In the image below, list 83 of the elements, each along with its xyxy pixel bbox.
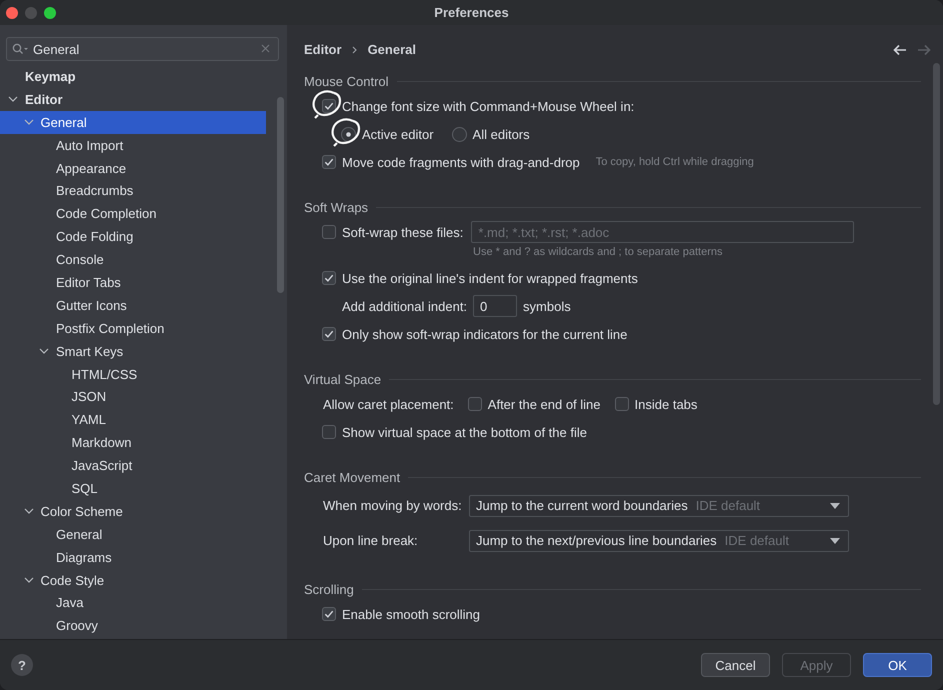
section-title: Soft Wraps xyxy=(304,200,368,214)
tree-item[interactable]: Color Scheme xyxy=(0,500,266,523)
tree-item[interactable]: Auto Import xyxy=(0,134,266,157)
radio-label[interactable]: All editors xyxy=(472,126,530,142)
tree-item[interactable]: General xyxy=(0,110,266,134)
help-button[interactable]: ? xyxy=(11,654,33,676)
checked-checkbox[interactable] xyxy=(322,155,336,169)
checked-checkbox[interactable] xyxy=(322,607,336,621)
checkbox-label[interactable]: Change font size with Command+Mouse Wheel in: xyxy=(342,98,634,114)
selected-radio-button[interactable] xyxy=(341,126,356,142)
checkbox[interactable] xyxy=(468,397,482,411)
chevron-down-icon[interactable] xyxy=(24,118,34,127)
tree-item[interactable]: Breadcrumbs xyxy=(0,179,266,202)
number-field[interactable]: 0 xyxy=(473,295,518,317)
hint-text: To copy, hold Ctrl while dragging xyxy=(596,156,754,168)
checkbox[interactable] xyxy=(614,397,629,411)
tree-item[interactable]: Markdown xyxy=(0,431,266,454)
chevron-down-icon[interactable] xyxy=(39,346,49,356)
dialog-button[interactable]: Cancel xyxy=(701,653,770,677)
chevron-icon xyxy=(352,46,358,54)
close-button[interactable] xyxy=(6,6,18,18)
back-arrow-icon[interactable] xyxy=(893,44,907,56)
tree-item[interactable]: YAML xyxy=(0,408,266,432)
checkbox-label[interactable]: Move code fragments with drag-and-drop xyxy=(342,154,580,170)
tree-item[interactable]: Code Style xyxy=(0,568,266,592)
tree-item[interactable]: JSON xyxy=(0,385,266,408)
radio-button[interactable] xyxy=(452,126,467,142)
tree-item[interactable]: Code Folding xyxy=(0,225,266,248)
tree-item[interactable]: JavaScript xyxy=(0,454,266,478)
breadcrumb-item[interactable]: General xyxy=(368,42,416,57)
checkbox-label[interactable]: Soft-wrap these files: xyxy=(342,224,464,240)
search-field[interactable]: General xyxy=(6,37,279,61)
field-label: Upon line break: xyxy=(323,533,419,548)
section-title: Virtual Space xyxy=(304,372,382,386)
checkbox-label[interactable]: Inside tabs xyxy=(634,396,698,412)
section-title: Scrolling xyxy=(304,582,354,596)
checkbox-label[interactable]: Enable smooth scrolling xyxy=(342,606,480,622)
dropdown-arrow-icon xyxy=(830,502,840,508)
scrollbar[interactable] xyxy=(277,97,284,293)
field-label: Add additional indent: xyxy=(342,298,468,314)
tree-item[interactable]: Smart Keys xyxy=(0,340,266,363)
dropdown[interactable]: Jump to the next/previous line boundaries IDE default xyxy=(469,530,849,552)
tree-item[interactable]: Groovy xyxy=(0,614,266,638)
section-title: Mouse Control xyxy=(304,74,389,88)
dropdown[interactable]: Jump to the current word boundaries IDE default xyxy=(469,494,849,516)
tree-item[interactable]: HTML/CSS xyxy=(0,362,266,386)
unit-label: symbols xyxy=(523,298,571,314)
field-label: Allow caret placement: xyxy=(323,396,454,412)
checkbox-label[interactable]: After the end of line xyxy=(488,396,601,412)
checked-checkbox[interactable] xyxy=(322,271,336,285)
input-field[interactable]: *.md; *.txt; *.rst; *.adoc xyxy=(471,221,854,243)
tree-item[interactable]: Editor xyxy=(0,88,266,111)
tree-item[interactable]: Keymap xyxy=(0,65,266,88)
field-label: When moving by words: xyxy=(323,498,463,513)
zoom-button[interactable] xyxy=(44,6,56,18)
ok-button[interactable]: OK xyxy=(863,653,932,677)
chevron-down-icon[interactable] xyxy=(24,506,34,516)
tree-item[interactable]: Appearance xyxy=(0,156,266,180)
tree-item[interactable]: Code Completion xyxy=(0,202,266,226)
section-title: Caret Movement xyxy=(304,470,400,484)
tree-item[interactable]: General xyxy=(0,522,266,546)
chevron-down-icon[interactable] xyxy=(8,94,18,104)
tree-item[interactable]: SQL xyxy=(0,477,266,500)
tree-item[interactable]: Postfix Completion xyxy=(0,316,266,340)
breadcrumb-item[interactable]: Editor xyxy=(304,42,342,57)
hint-text: Use * and ? as wildcards and ; to separate patterns xyxy=(473,246,722,258)
tree-item[interactable]: Gutter Icons xyxy=(0,294,266,317)
checkbox-label[interactable]: Show virtual space at the bottom of the file xyxy=(342,424,587,440)
radio-label[interactable]: Active editor xyxy=(362,126,434,142)
checked-checkbox[interactable] xyxy=(322,327,336,341)
tree-item[interactable]: Editor Tabs xyxy=(0,271,266,294)
tree-item[interactable]: Console xyxy=(0,248,266,272)
scrollbar[interactable] xyxy=(933,63,940,405)
dropdown-arrow-icon xyxy=(830,538,840,544)
tree-item[interactable]: Diagrams xyxy=(0,546,266,569)
checkbox-label[interactable]: Use the original line's indent for wrapped fragments xyxy=(342,270,638,286)
checkbox-label[interactable]: Only show soft-wrap indicators for the current line xyxy=(342,326,628,342)
checkbox[interactable] xyxy=(322,425,336,439)
checkbox[interactable] xyxy=(322,225,336,239)
window-title: Preferences xyxy=(434,5,509,20)
chevron-down-icon[interactable] xyxy=(24,576,34,585)
checked-checkbox[interactable] xyxy=(322,99,336,113)
tree-item[interactable]: Java xyxy=(0,591,266,614)
